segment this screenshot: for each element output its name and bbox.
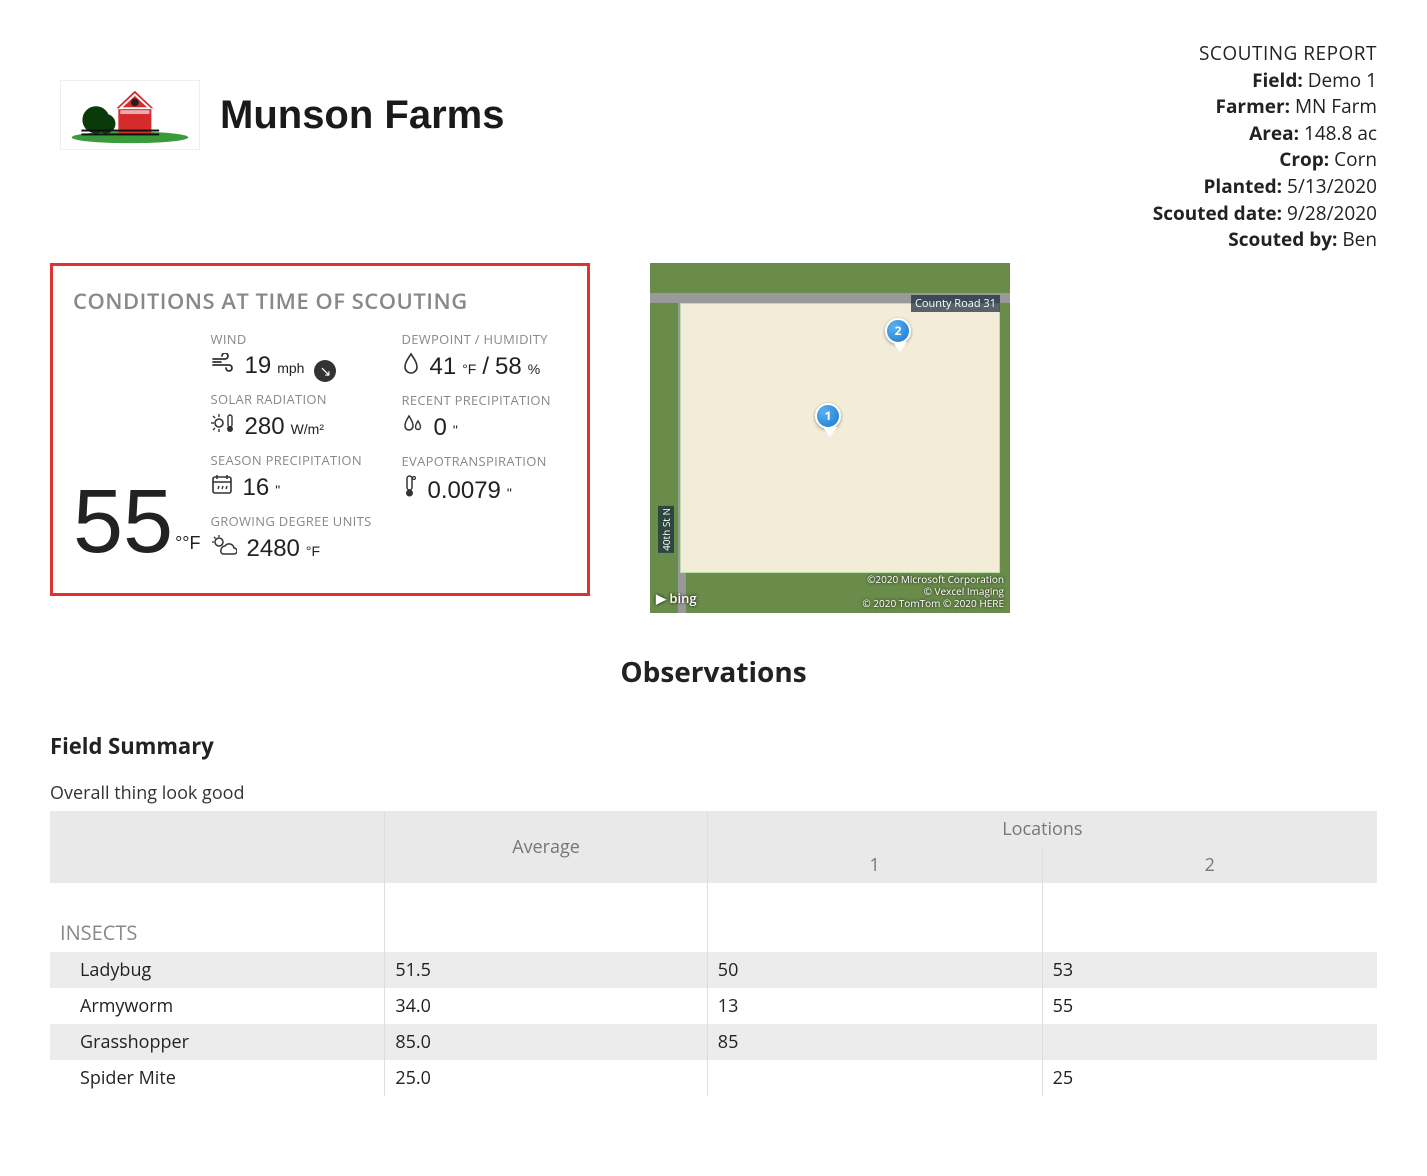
table-row: Armyworm34.01355: [50, 988, 1377, 1024]
meta-farmer: Farmer: MN Farm: [1153, 93, 1377, 120]
logo-block: Munson Farms: [50, 40, 504, 150]
meta-crop: Crop: Corn: [1153, 146, 1377, 173]
thermometer-icon: [402, 474, 418, 504]
evapo-value: 0.0079": [402, 474, 551, 505]
meta-scouted-date: Scouted date: 9/28/2020: [1153, 200, 1377, 227]
evapo-label: EVAPOTRANSPIRATION: [402, 452, 551, 470]
table-row: Spider Mite25.025: [50, 1060, 1377, 1096]
map-credits: ©2020 Microsoft Corporation © Vexcel Ima…: [862, 573, 1004, 609]
calendar-rain-icon: [211, 473, 233, 501]
conditions-col-2: DEWPOINT / HUMIDITY 41°F / 58% RECENT PR…: [402, 324, 551, 563]
observations-table: Average Locations 1 2 INSECTS Ladybug51.…: [50, 811, 1377, 1096]
col-loc1: 1: [707, 847, 1042, 883]
col-locations: Locations: [707, 811, 1377, 847]
meta-area: Area: 148.8 ac: [1153, 120, 1377, 147]
table-row: Ladybug51.55053: [50, 952, 1377, 988]
meta-scouted-by: Scouted by: Ben: [1153, 226, 1377, 253]
header-row: Munson Farms SCOUTING REPORT Field: Demo…: [50, 40, 1377, 253]
dewpoint-value: 41°F / 58%: [402, 352, 551, 381]
farm-logo-icon: [60, 80, 200, 150]
solar-label: SOLAR RADIATION: [211, 390, 372, 408]
col-loc2: 2: [1042, 847, 1377, 883]
gdu-value: 2480°F: [211, 534, 372, 563]
observations-heading: Observations: [50, 653, 1377, 691]
temperature-value: 55°°F: [73, 324, 201, 563]
field-map: County Road 31 40th St N 1 2 ▶ bing ©202…: [650, 263, 1010, 613]
map-pin-2: 2: [885, 318, 915, 356]
col-average: Average: [385, 811, 707, 883]
wind-icon: [211, 353, 235, 379]
field-summary-note: Overall thing look good: [50, 781, 1377, 805]
sun-cloud-icon: [211, 534, 237, 562]
gdu-label: GROWING DEGREE UNITS: [211, 512, 372, 530]
sun-thermometer-icon: [211, 412, 235, 440]
conditions-title: CONDITIONS AT TIME OF SCOUTING: [73, 286, 567, 316]
season-precip-value: 16": [211, 473, 372, 502]
map-road2-label: 40th St N: [658, 506, 674, 553]
conditions-panel: CONDITIONS AT TIME OF SCOUTING 55°°F WIN…: [50, 263, 590, 596]
farm-name: Munson Farms: [220, 94, 504, 136]
recent-precip-label: RECENT PRECIPITATION: [402, 391, 551, 409]
wind-label: WIND: [211, 330, 372, 348]
table-row: Grasshopper85.085: [50, 1024, 1377, 1060]
season-precip-label: SEASON PRECIPITATION: [211, 451, 372, 469]
meta-field: Field: Demo 1: [1153, 67, 1377, 94]
meta-planted: Planted: 5/13/2020: [1153, 173, 1377, 200]
category-row: INSECTS: [50, 913, 1377, 952]
wind-direction-icon: ↘: [314, 360, 336, 382]
droplets-icon: [402, 413, 424, 441]
conditions-col-1: WIND 19mph ↘ SOLAR RADIATION 280W/m²: [211, 324, 372, 563]
report-meta: SCOUTING REPORT Field: Demo 1 Farmer: MN…: [1153, 40, 1377, 253]
map-bing-logo: ▶ bing: [656, 589, 697, 607]
map-road-label: County Road 31: [911, 295, 1000, 312]
mid-row: CONDITIONS AT TIME OF SCOUTING 55°°F WIN…: [50, 263, 1377, 613]
droplet-icon: [402, 352, 420, 380]
wind-value: 19mph ↘: [211, 352, 372, 380]
solar-value: 280W/m²: [211, 412, 372, 441]
dewpoint-label: DEWPOINT / HUMIDITY: [402, 330, 551, 348]
report-title: SCOUTING REPORT: [1153, 40, 1377, 67]
field-summary-heading: Field Summary: [50, 731, 1377, 761]
recent-precip-value: 0": [402, 413, 551, 442]
map-pin-1: 1: [815, 403, 845, 441]
